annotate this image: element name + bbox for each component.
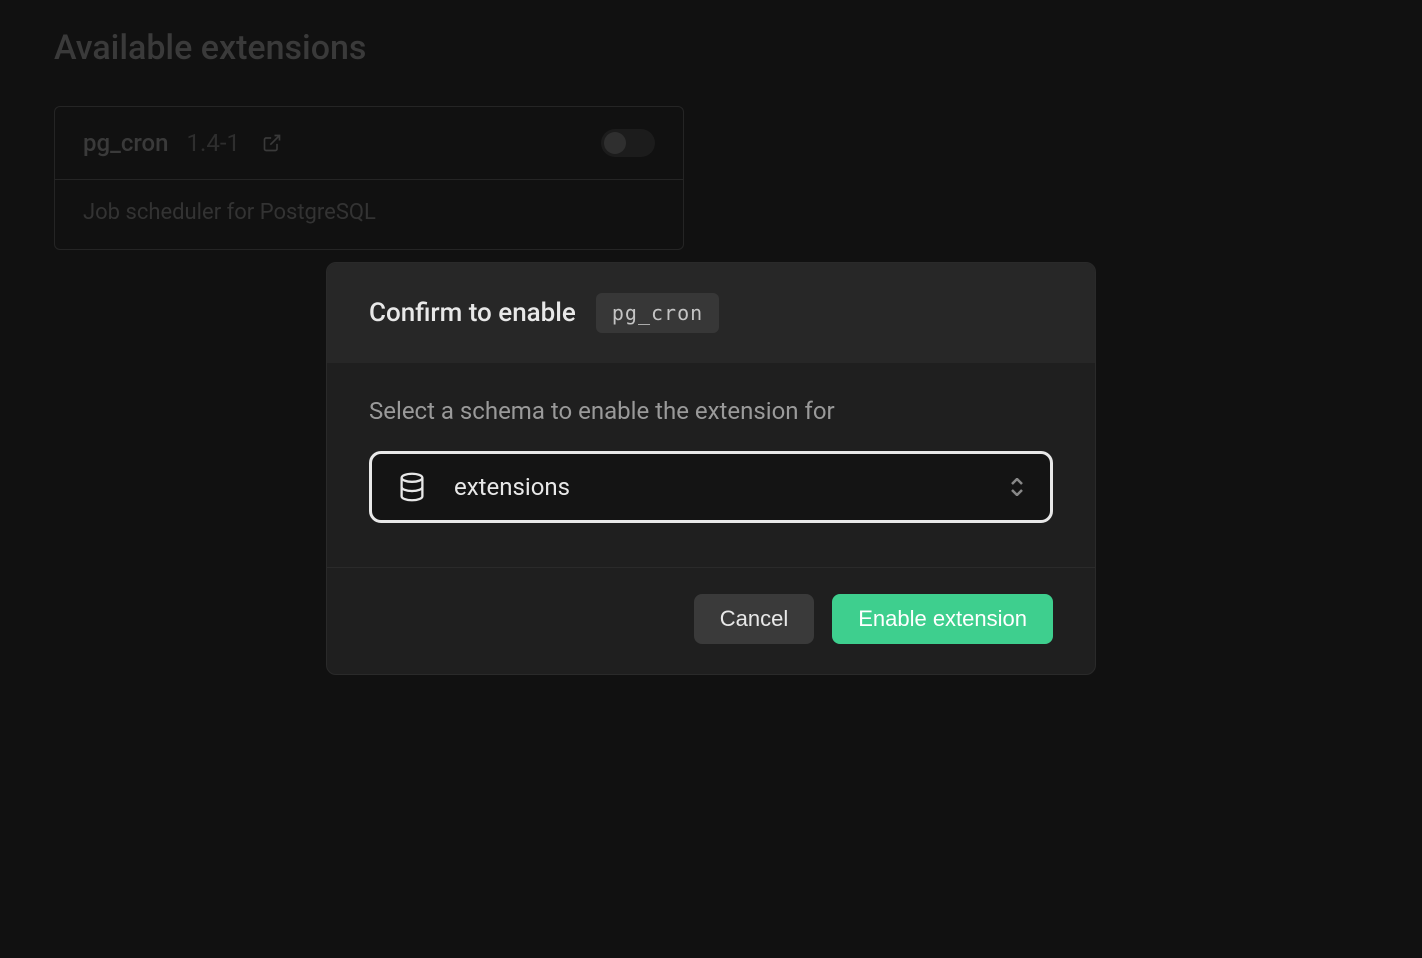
enable-extension-button[interactable]: Enable extension [832,594,1053,644]
modal-header: Confirm to enable pg_cron [327,263,1095,363]
modal-overlay: Confirm to enable pg_cron Select a schem… [0,0,1422,958]
modal-body: Select a schema to enable the extension … [327,363,1095,567]
confirm-enable-modal: Confirm to enable pg_cron Select a schem… [326,262,1096,675]
database-icon [398,472,426,502]
modal-title: Confirm to enable [369,298,576,328]
modal-footer: Cancel Enable extension [327,567,1095,674]
schema-value: extensions [454,473,982,501]
chevrons-up-down-icon [1010,478,1024,496]
cancel-button[interactable]: Cancel [694,594,814,644]
extension-chip: pg_cron [596,293,719,333]
schema-select[interactable]: extensions [369,451,1053,523]
schema-select-label: Select a schema to enable the extension … [369,397,1053,425]
